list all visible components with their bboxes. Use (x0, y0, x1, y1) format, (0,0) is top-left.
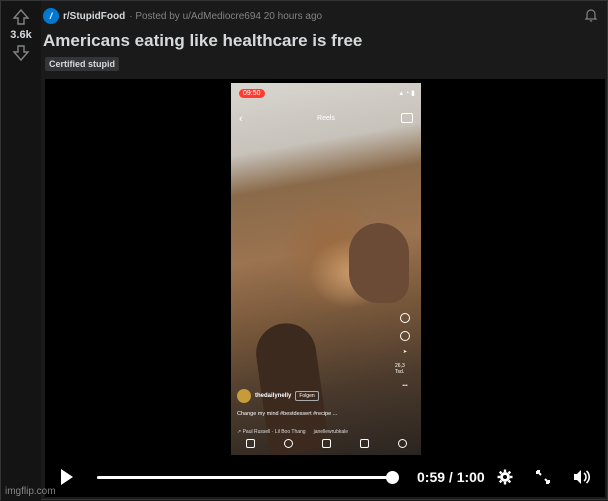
subreddit-icon[interactable]: / (43, 8, 59, 24)
reels-icon (359, 438, 369, 448)
video-frame: 09:50 ▴ ◔ ▮ ‹ Reels ➤ 26,3 Tsd. ••• thed… (231, 83, 421, 455)
post-title[interactable]: Americans eating like healthcare is free (43, 31, 362, 51)
progress-track[interactable] (97, 471, 399, 484)
avatar (237, 389, 251, 403)
phone-user-row: thedailynelly Folgen (237, 389, 319, 403)
phone-side-icons: ➤ 26,3 Tsd. ••• (395, 313, 415, 389)
profile-icon (397, 438, 407, 448)
phone-status-time: 09:50 (239, 89, 265, 98)
phone-search-icon (283, 438, 293, 448)
send-icon: ➤ (402, 349, 408, 355)
downvote-icon[interactable] (11, 43, 31, 63)
reels-label: Reels (317, 115, 335, 122)
phone-nav-bar (231, 435, 421, 451)
upvote-icon[interactable] (11, 7, 31, 27)
camera-icon (401, 113, 413, 123)
volume-icon[interactable] (573, 469, 591, 485)
hand-image (349, 223, 409, 303)
phone-username: thedailynelly (255, 393, 292, 399)
phone-follow-button: Folgen (295, 391, 319, 401)
heart-icon (400, 313, 410, 323)
gear-icon[interactable] (497, 469, 513, 485)
comment-icon (400, 331, 410, 341)
video-player[interactable]: 09:50 ▴ ◔ ▮ ‹ Reels ➤ 26,3 Tsd. ••• thed… (45, 79, 605, 497)
post-meta: / r/StupidFood · Posted by u/AdMediocre6… (43, 7, 322, 25)
post-content: / r/StupidFood · Posted by u/AdMediocre6… (43, 1, 607, 501)
subreddit-link[interactable]: r/StupidFood (63, 11, 125, 22)
home-icon (245, 438, 255, 448)
reddit-post: 3.6k / r/StupidFood · Posted by u/AdMedi… (0, 0, 608, 501)
fullscreen-icon[interactable] (535, 469, 551, 485)
play-icon[interactable] (61, 469, 73, 485)
posted-by: · Posted by u/AdMediocre694 20 hours ago (129, 10, 323, 22)
watermark: imgflip.com (5, 486, 56, 497)
vote-count: 3.6k (10, 29, 32, 41)
likes-count: 26,3 Tsd. (395, 363, 405, 375)
vote-column: 3.6k (1, 1, 41, 501)
more-icon: ••• (402, 383, 408, 389)
phone-status-icons: ▴ ◔ ▮ (399, 90, 415, 97)
post-flair[interactable]: Certified stupid (45, 57, 120, 71)
plus-icon (321, 438, 331, 448)
progress-thumb[interactable] (385, 471, 399, 484)
time-display: 0:59 / 1:00 (417, 469, 485, 485)
phone-caption: Change my mind #bestdessert #recipe ... (237, 411, 338, 417)
bell-icon[interactable] (583, 7, 599, 23)
progress-fill (97, 476, 392, 479)
video-controls: 0:59 / 1:00 (45, 457, 605, 497)
